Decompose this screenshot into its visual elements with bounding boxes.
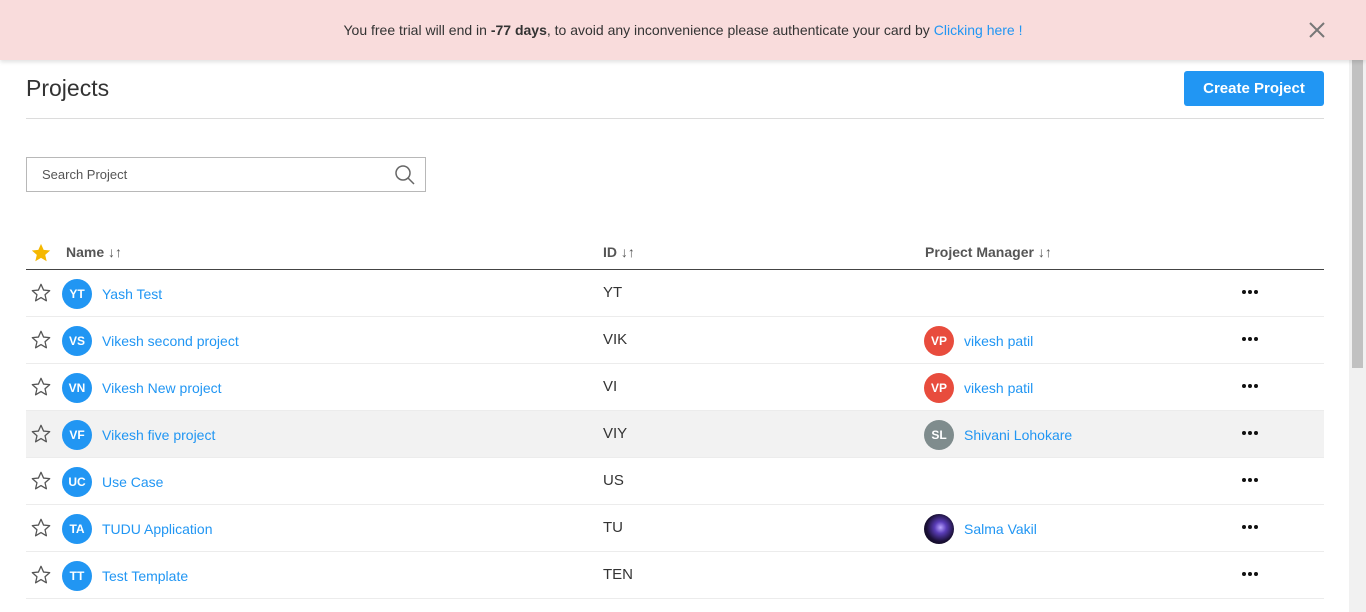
project-manager-link[interactable]: Salma Vakil xyxy=(964,521,1037,537)
column-manager-header[interactable]: Project Manager ↓↑ xyxy=(925,244,1052,260)
project-name-link[interactable]: TUDU Application xyxy=(102,521,213,537)
manager-avatar: SL xyxy=(924,420,954,450)
project-id: TEN xyxy=(603,566,633,583)
create-project-button[interactable]: Create Project xyxy=(1184,71,1324,106)
manager-avatar: VP xyxy=(924,326,954,356)
scrollbar-thumb[interactable] xyxy=(1352,12,1363,368)
more-options-icon[interactable] xyxy=(1240,329,1260,349)
project-name-link[interactable]: Use Case xyxy=(102,474,163,490)
authenticate-card-link[interactable]: Clicking here ! xyxy=(934,22,1023,38)
favorite-star-icon[interactable] xyxy=(30,423,52,448)
project-name-link[interactable]: Vikesh New project xyxy=(102,380,222,396)
favorite-star-icon[interactable] xyxy=(30,470,52,495)
project-id: US xyxy=(603,472,624,489)
favorite-star-icon[interactable] xyxy=(30,376,52,401)
project-manager-link[interactable]: vikesh patil xyxy=(964,333,1033,349)
project-id: VI xyxy=(603,378,618,395)
project-avatar: VF xyxy=(62,420,92,450)
column-id-header[interactable]: ID ↓↑ xyxy=(603,244,635,260)
favorite-star-icon[interactable] xyxy=(30,282,52,307)
project-id: VIK xyxy=(603,331,628,348)
banner-text-after: , to avoid any inconvenience please auth… xyxy=(546,22,930,38)
table-row[interactable]: TT Test Template TEN xyxy=(26,552,1324,599)
search-project-input[interactable] xyxy=(27,158,385,191)
favorites-star-icon[interactable] xyxy=(30,242,52,267)
table-row[interactable]: VF Vikesh five project VIY SL Shivani Lohoka… xyxy=(26,411,1324,458)
favorite-star-icon[interactable] xyxy=(30,564,52,589)
favorite-star-icon[interactable] xyxy=(30,329,52,354)
more-options-icon[interactable] xyxy=(1240,423,1260,443)
column-name-header[interactable]: Name ↓↑ xyxy=(66,244,122,260)
table-row[interactable]: VS Vikesh second project VIK VP vikesh patil xyxy=(26,317,1324,364)
close-banner-icon[interactable] xyxy=(1307,20,1327,40)
table-body: YT Yash Test YT VS Vikesh second project VIK V… xyxy=(26,270,1324,599)
table-row[interactable]: YT Yash Test YT xyxy=(26,270,1324,317)
projects-table: Name ↓↑ ID ↓↑ Project Manager ↓↑ YT Yash … xyxy=(26,234,1324,599)
project-name-link[interactable]: Test Template xyxy=(102,568,188,584)
table-header: Name ↓↑ ID ↓↑ Project Manager ↓↑ xyxy=(26,234,1324,270)
table-row[interactable]: VN Vikesh New project VI VP vikesh patil xyxy=(26,364,1324,411)
more-options-icon[interactable] xyxy=(1240,282,1260,302)
banner-text-before: You free trial will end in xyxy=(343,22,491,38)
project-avatar: TA xyxy=(62,514,92,544)
project-avatar: VN xyxy=(62,373,92,403)
more-options-icon[interactable] xyxy=(1240,564,1260,584)
banner-days: -77 days xyxy=(490,22,547,38)
page-title: Projects xyxy=(26,75,110,101)
project-id: TU xyxy=(603,519,623,536)
project-avatar: UC xyxy=(62,467,92,497)
trial-banner: You free trial will end in -77 days , to… xyxy=(0,0,1366,60)
project-name-link[interactable]: Vikesh second project xyxy=(102,333,239,349)
more-options-icon[interactable] xyxy=(1240,517,1260,537)
project-id: YT xyxy=(603,284,623,301)
project-name-link[interactable]: Yash Test xyxy=(102,286,162,302)
search-box xyxy=(26,157,426,192)
favorite-star-icon[interactable] xyxy=(30,517,52,542)
project-id: VIY xyxy=(603,425,628,442)
project-avatar: YT xyxy=(62,279,92,309)
more-options-icon[interactable] xyxy=(1240,470,1260,490)
project-avatar: TT xyxy=(62,561,92,591)
manager-avatar: VP xyxy=(924,373,954,403)
table-row[interactable]: UC Use Case US xyxy=(26,458,1324,505)
search-icon[interactable] xyxy=(385,158,425,191)
project-manager-link[interactable]: Shivani Lohokare xyxy=(964,427,1072,443)
page-scrollbar[interactable] xyxy=(1349,0,1366,612)
project-avatar: VS xyxy=(62,326,92,356)
more-options-icon[interactable] xyxy=(1240,376,1260,396)
manager-avatar xyxy=(924,514,954,544)
table-row[interactable]: TA TUDU Application TU Salma Vakil xyxy=(26,505,1324,552)
project-name-link[interactable]: Vikesh five project xyxy=(102,427,215,443)
header-divider xyxy=(26,118,1324,119)
project-manager-link[interactable]: vikesh patil xyxy=(964,380,1033,396)
